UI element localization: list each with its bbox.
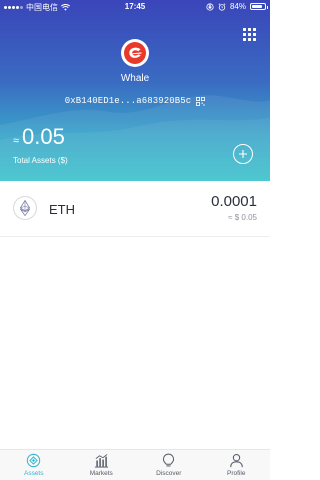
tab-assets[interactable]: Assets <box>0 450 68 480</box>
tab-profile-label: Profile <box>227 470 246 477</box>
rotation-lock-icon <box>206 2 214 11</box>
asset-fiat-value: ≈ $ 0.05 <box>228 213 257 222</box>
total-balance: ≈ 0.05 <box>13 124 65 150</box>
tab-discover-label: Discover <box>156 470 182 477</box>
battery-icon <box>250 3 268 10</box>
tab-markets[interactable]: Markets <box>68 450 136 480</box>
ethereum-icon <box>13 196 37 220</box>
bottom-tab-bar: Assets Markets Discover Profile <box>0 449 270 480</box>
tab-profile[interactable]: Profile <box>203 450 271 480</box>
assets-icon <box>27 453 41 468</box>
approx-symbol: ≈ <box>13 135 20 147</box>
alarm-icon <box>218 2 226 11</box>
qr-code-icon[interactable] <box>196 96 206 106</box>
discover-icon <box>163 453 175 467</box>
tab-assets-label: Assets <box>23 470 44 477</box>
wallet-avatar[interactable] <box>121 39 149 67</box>
profile-icon <box>229 453 243 468</box>
total-assets-label: Total Assets ($) <box>13 156 68 165</box>
asset-row-eth[interactable]: ETH 0.0001 ≈ $ 0.05 <box>0 181 270 237</box>
wallet-name: Whale <box>120 73 150 84</box>
asset-symbol: ETH <box>49 202 75 217</box>
asset-amount: 0.0001 <box>211 193 257 210</box>
balance-amount: 0.05 <box>22 124 65 149</box>
add-asset-button[interactable] <box>233 144 253 164</box>
markets-icon <box>94 454 108 468</box>
wallet-address[interactable]: 0xB140ED1e...a683920B5c <box>65 96 192 106</box>
battery-percent: 84% <box>229 2 246 11</box>
asset-list-empty-area <box>0 237 270 449</box>
wallet-address-row[interactable]: 0xB140ED1e...a683920B5c <box>0 96 270 106</box>
wave-decoration <box>0 95 270 181</box>
tab-markets-label: Markets <box>89 470 113 477</box>
wallet-header <box>0 0 270 181</box>
apps-menu-icon[interactable] <box>243 28 257 42</box>
tab-discover[interactable]: Discover <box>135 450 203 480</box>
wallet-logo-icon <box>124 42 146 64</box>
plus-icon <box>239 150 247 158</box>
status-bar: 中国电信 17:45 84% <box>0 0 270 14</box>
